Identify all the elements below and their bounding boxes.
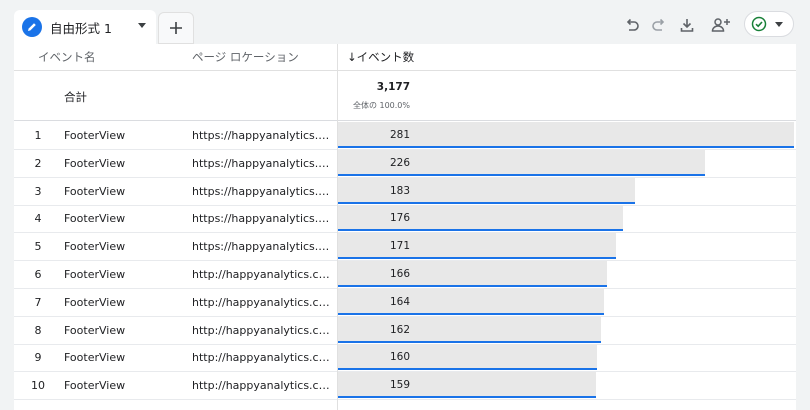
page-location-cell: http://happyanalytics.co.jp/ (192, 351, 334, 365)
page-location-cell: https://happyanalytics.co.jp/ (192, 129, 334, 142)
page-location-cell: https://happyanalytics.co.jp/ (192, 240, 334, 254)
table-row[interactable]: 5 FooterView https://happyanalytics.co.jp/… (14, 233, 796, 262)
event-count-cell: 183 (389, 184, 410, 197)
chevron-down-icon[interactable] (138, 23, 146, 28)
header-page-location[interactable]: ページ ロケーション (192, 44, 299, 70)
event-name-cell: FooterView (64, 240, 126, 254)
add-tab-button[interactable] (158, 12, 194, 44)
table-row[interactable]: 3 FooterView https://happyanalytics.co.jp/… (14, 177, 796, 206)
event-name-cell: FooterView (64, 323, 126, 337)
row-index: 7 (34, 295, 42, 309)
table-row[interactable]: 6 FooterView http://happyanalytics.co.jp/1… (14, 261, 796, 289)
event-name-cell: FooterView (64, 184, 126, 198)
header-event-count[interactable]: ↓イベント数 (347, 44, 414, 70)
row-index: 3 (34, 184, 42, 198)
event-name-cell: FooterView (64, 129, 126, 142)
event-name-cell: FooterView (64, 268, 126, 281)
page-location-cell: https://happyanalytics.co.jp/ (192, 212, 334, 226)
download-button[interactable] (676, 14, 698, 36)
table-row[interactable]: 10 FooterView http://happyanalytics.co.jp/… (14, 372, 796, 401)
table-row[interactable]: 4 FooterView https://happyanalytics.co.jp/… (14, 205, 796, 234)
total-row: 合計 3,177 全体の 100.0% (14, 71, 796, 121)
download-icon (680, 19, 694, 32)
undo-icon (626, 18, 639, 31)
total-label: 合計 (64, 90, 87, 104)
row-index: 9 (34, 351, 42, 365)
event-name-cell: FooterView (64, 156, 126, 170)
event-count-cell: 176 (389, 212, 410, 225)
table-row[interactable]: 9 FooterView http://happyanalytics.co.jp/1… (14, 344, 796, 373)
column-divider (337, 44, 338, 410)
chevron-down-icon (775, 21, 783, 27)
row-index: 2 (34, 156, 42, 170)
page-location-cell: http://happyanalytics.co.jp/ (192, 379, 334, 393)
event-count-cell: 160 (389, 351, 410, 364)
page-location-cell: https://happyanalytics.co.jp/ (192, 184, 334, 198)
table-row[interactable]: 7 FooterView http://happyanalytics.co.jp/1… (14, 288, 796, 317)
event-count-cell: 226 (389, 156, 410, 169)
event-count-cell: 162 (389, 323, 410, 336)
event-count-cell: 171 (389, 240, 410, 253)
total-percentage: 全体の 100.0% (352, 101, 410, 110)
row-index: 4 (34, 212, 42, 226)
share-button[interactable] (708, 14, 734, 36)
tab-freeform-1[interactable]: 自由形式 1 (14, 10, 156, 44)
page-location-cell: http://happyanalytics.co.jp/ (192, 268, 334, 281)
table-row[interactable]: 1 FooterView https://happyanalytics.co.jp/… (14, 122, 796, 150)
redo-button[interactable] (648, 14, 670, 36)
status-menu-button[interactable] (744, 11, 794, 37)
tab-label: 自由形式 1 (50, 20, 112, 36)
event-count-cell: 164 (389, 295, 410, 308)
redo-icon (652, 18, 665, 31)
event-name-cell: FooterView (64, 351, 126, 365)
row-index: 5 (34, 240, 42, 254)
data-table: イベント名 ページ ロケーション ↓イベント数 合計 3,177 全体の 100… (14, 44, 796, 410)
total-value: 3,177 (376, 81, 410, 93)
undo-button[interactable] (621, 14, 643, 36)
event-name-cell: FooterView (64, 295, 126, 309)
event-name-cell: FooterView (64, 212, 126, 226)
page-location-cell: http://happyanalytics.co.jp/ (192, 323, 334, 337)
table-row[interactable]: 8 FooterView http://happyanalytics.co.jp/1… (14, 316, 796, 345)
event-name-cell: FooterView (64, 379, 126, 393)
row-index: 1 (34, 129, 42, 142)
event-count-cell: 281 (389, 129, 410, 141)
row-index: 6 (34, 268, 42, 281)
header-event-name[interactable]: イベント名 (38, 44, 96, 70)
row-index: 10 (31, 379, 45, 393)
event-count-cell: 159 (389, 379, 410, 392)
pencil-icon[interactable] (22, 17, 42, 37)
page-location-cell: https://happyanalytics.co.jp/ (192, 156, 334, 170)
plus-icon (170, 22, 182, 34)
table-row[interactable]: 2 FooterView https://happyanalytics.co.jp/… (14, 149, 796, 178)
event-count-cell: 166 (389, 268, 410, 280)
report-toolbar: 自由形式 1 (0, 0, 810, 46)
share-user-icon (711, 18, 730, 32)
check-circle-icon (751, 16, 767, 32)
row-index: 8 (34, 323, 42, 337)
page-location-cell: http://happyanalytics.co.jp/ (192, 295, 334, 309)
